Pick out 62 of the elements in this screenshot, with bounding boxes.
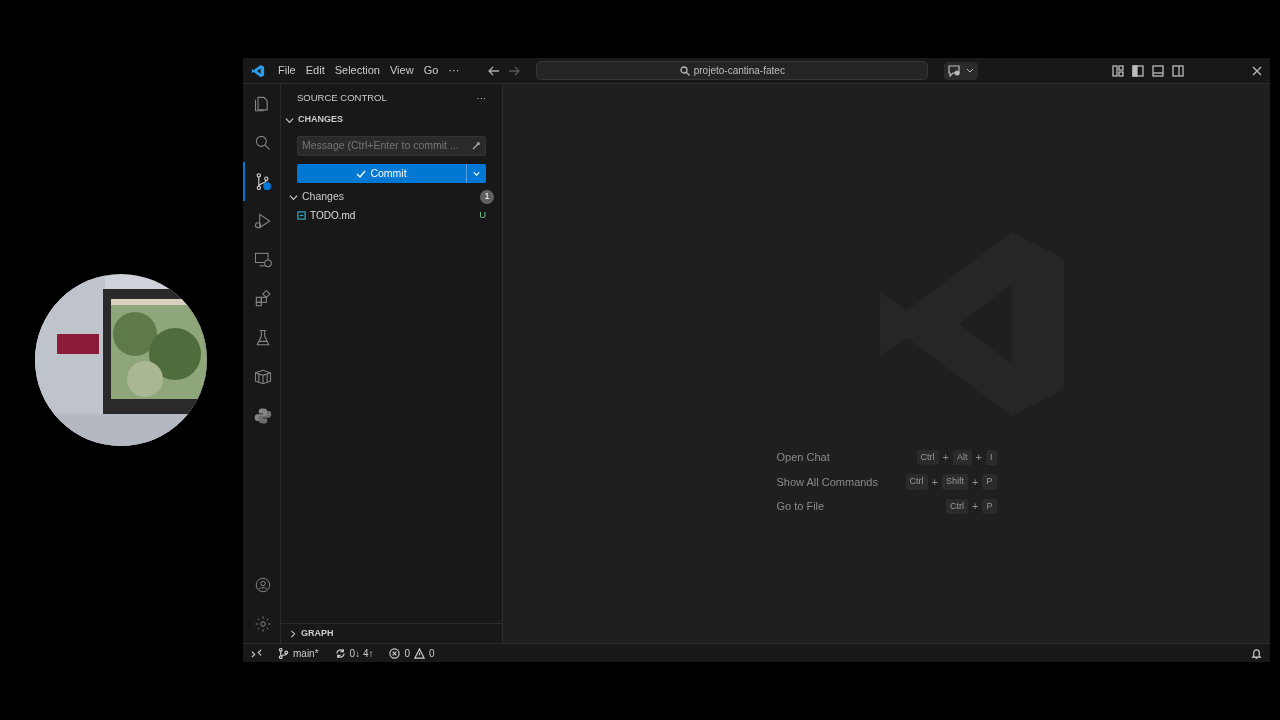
change-count-badge: 1	[480, 190, 494, 204]
sync-icon	[334, 647, 346, 659]
warning-icon	[414, 647, 426, 659]
commit-button[interactable]: Commit	[297, 164, 466, 183]
caret-icon	[473, 170, 480, 177]
accounts-icon[interactable]	[254, 575, 272, 594]
key-cap: Ctrl	[905, 474, 928, 490]
key-cap: Alt	[953, 449, 972, 465]
close-icon[interactable]	[1252, 65, 1262, 76]
menu-item[interactable]: File	[273, 62, 301, 79]
branch-icon	[278, 647, 289, 659]
primary-sidebar-toggle-icon[interactable]	[1132, 64, 1144, 77]
check-icon	[356, 168, 367, 179]
menu-item[interactable]: View	[384, 62, 419, 79]
chat-icon	[948, 64, 963, 77]
commit-dropdown-button[interactable]	[466, 164, 486, 183]
caret-icon	[966, 67, 975, 74]
branch-item[interactable]: main*	[278, 645, 319, 661]
plus-sign: +	[931, 474, 939, 490]
key-cap: I	[986, 449, 997, 465]
forward-arrow-icon[interactable]	[508, 64, 521, 77]
copilot-button[interactable]	[944, 61, 979, 80]
error-icon	[389, 647, 401, 659]
section-header[interactable]: CHANGES	[298, 113, 343, 127]
settings-icon[interactable]	[254, 614, 272, 633]
more-menu[interactable]: ···	[443, 62, 465, 79]
more-actions-button[interactable]: ···	[476, 90, 486, 106]
secondary-sidebar-toggle-icon[interactable]	[1172, 64, 1184, 77]
plus-sign: +	[975, 450, 982, 465]
search-icon	[679, 65, 690, 76]
key-cap: P	[982, 474, 997, 490]
sync-item[interactable]: 0↓ 4↑	[334, 645, 374, 661]
chevron-down-icon[interactable]	[285, 115, 294, 125]
shortcut-label: Open Chat	[776, 450, 830, 465]
key-cap: P	[982, 498, 997, 514]
layout-icon[interactable]	[1112, 64, 1124, 77]
plus-sign: +	[972, 474, 979, 490]
sidebar-title: SOURCE CONTROL	[297, 90, 387, 105]
extensions-icon[interactable]	[253, 288, 273, 309]
key-cap: Ctrl	[946, 498, 969, 514]
run-debug-icon[interactable]	[253, 210, 273, 231]
command-center-search[interactable]: projeto-cantina-fatec	[536, 61, 929, 80]
shortcut-label: Go to File	[776, 499, 825, 514]
back-arrow-icon[interactable]	[488, 64, 501, 77]
markdown-file-icon	[297, 210, 306, 220]
remote-icon[interactable]	[251, 647, 262, 659]
panel-toggle-icon[interactable]	[1152, 64, 1164, 77]
key-cap: Shift	[942, 474, 969, 490]
sparkle-icon[interactable]	[471, 141, 481, 151]
changed-file-row[interactable]: TODO.md U	[281, 207, 502, 223]
key-cap: Ctrl	[916, 449, 939, 465]
changes-group[interactable]: Changes 1	[281, 187, 502, 207]
menu-item[interactable]: Edit	[300, 62, 330, 79]
app-logo-icon	[251, 63, 265, 78]
problems-item[interactable]: 0 0	[389, 645, 435, 661]
bell-icon[interactable]	[1251, 647, 1262, 659]
menu-item[interactable]: Selection	[329, 62, 385, 79]
menu-item[interactable]: Go	[418, 62, 444, 79]
plus-sign: +	[942, 450, 950, 465]
plus-sign: +	[972, 499, 979, 514]
commit-message-field[interactable]: Message (Ctrl+Enter to commit ...	[297, 136, 486, 156]
shortcut-label: Show All Commands	[776, 474, 878, 490]
